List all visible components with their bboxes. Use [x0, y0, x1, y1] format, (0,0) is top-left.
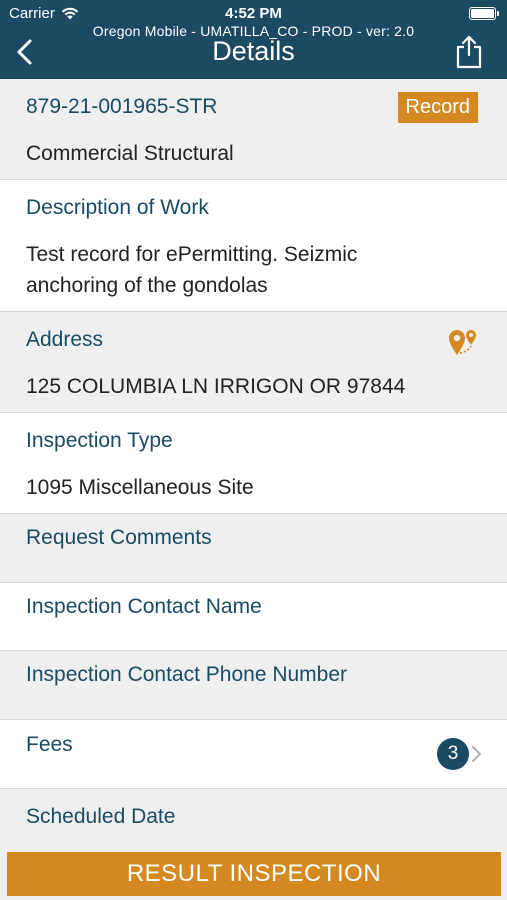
share-icon: [456, 35, 482, 69]
map-pin-icon: [449, 330, 476, 355]
inspection-type-label: Inspection Type: [26, 429, 173, 452]
request-comments-section: Request Comments: [0, 514, 507, 583]
battery-icon: [469, 7, 499, 20]
fees-row[interactable]: Fees 3: [0, 720, 507, 789]
description-section: Description of Work Test record for ePer…: [0, 180, 507, 312]
description-label: Description of Work: [26, 196, 209, 219]
record-type: Commercial Structural: [26, 142, 234, 165]
contact-phone-section: Inspection Contact Phone Number: [0, 651, 507, 720]
contact-phone-label: Inspection Contact Phone Number: [26, 663, 348, 686]
fees-label: Fees: [26, 733, 73, 756]
record-number: 879-21-001965-STR: [26, 95, 218, 118]
share-button[interactable]: [455, 35, 483, 69]
clock: 4:52 PM: [225, 5, 282, 22]
address-section: Address 125 COLUMBIA LN IRRIGON OR 97844: [0, 312, 507, 413]
page-title: Details: [212, 36, 295, 66]
record-section: 879-21-001965-STR Record Commercial Stru…: [0, 79, 507, 180]
result-inspection-button[interactable]: RESULT INSPECTION: [7, 852, 501, 896]
scheduled-date-label: Scheduled Date: [26, 805, 176, 828]
inspection-type-value: 1095 Miscellaneous Site: [26, 476, 254, 499]
address-label: Address: [26, 328, 104, 351]
fees-count-badge: 3: [437, 738, 469, 770]
back-chevron-icon: [17, 39, 32, 65]
description-value: Test record for ePermitting. Seizmic anc…: [26, 243, 358, 297]
map-directions-button[interactable]: [447, 326, 479, 356]
chevron-right-icon: [472, 746, 481, 762]
contact-name-label: Inspection Contact Name: [26, 595, 262, 618]
back-button[interactable]: [14, 36, 38, 68]
address-value: 125 COLUMBIA LN IRRIGON OR 97844: [26, 375, 406, 398]
record-badge[interactable]: Record: [397, 92, 478, 123]
inspection-type-section: Inspection Type 1095 Miscellaneous Site: [0, 413, 507, 514]
request-comments-label: Request Comments: [26, 526, 212, 549]
navigation-header: Carrier 4:52 PM Oregon Mobile - UMATILLA…: [0, 0, 507, 79]
contact-name-section: Inspection Contact Name: [0, 583, 507, 651]
